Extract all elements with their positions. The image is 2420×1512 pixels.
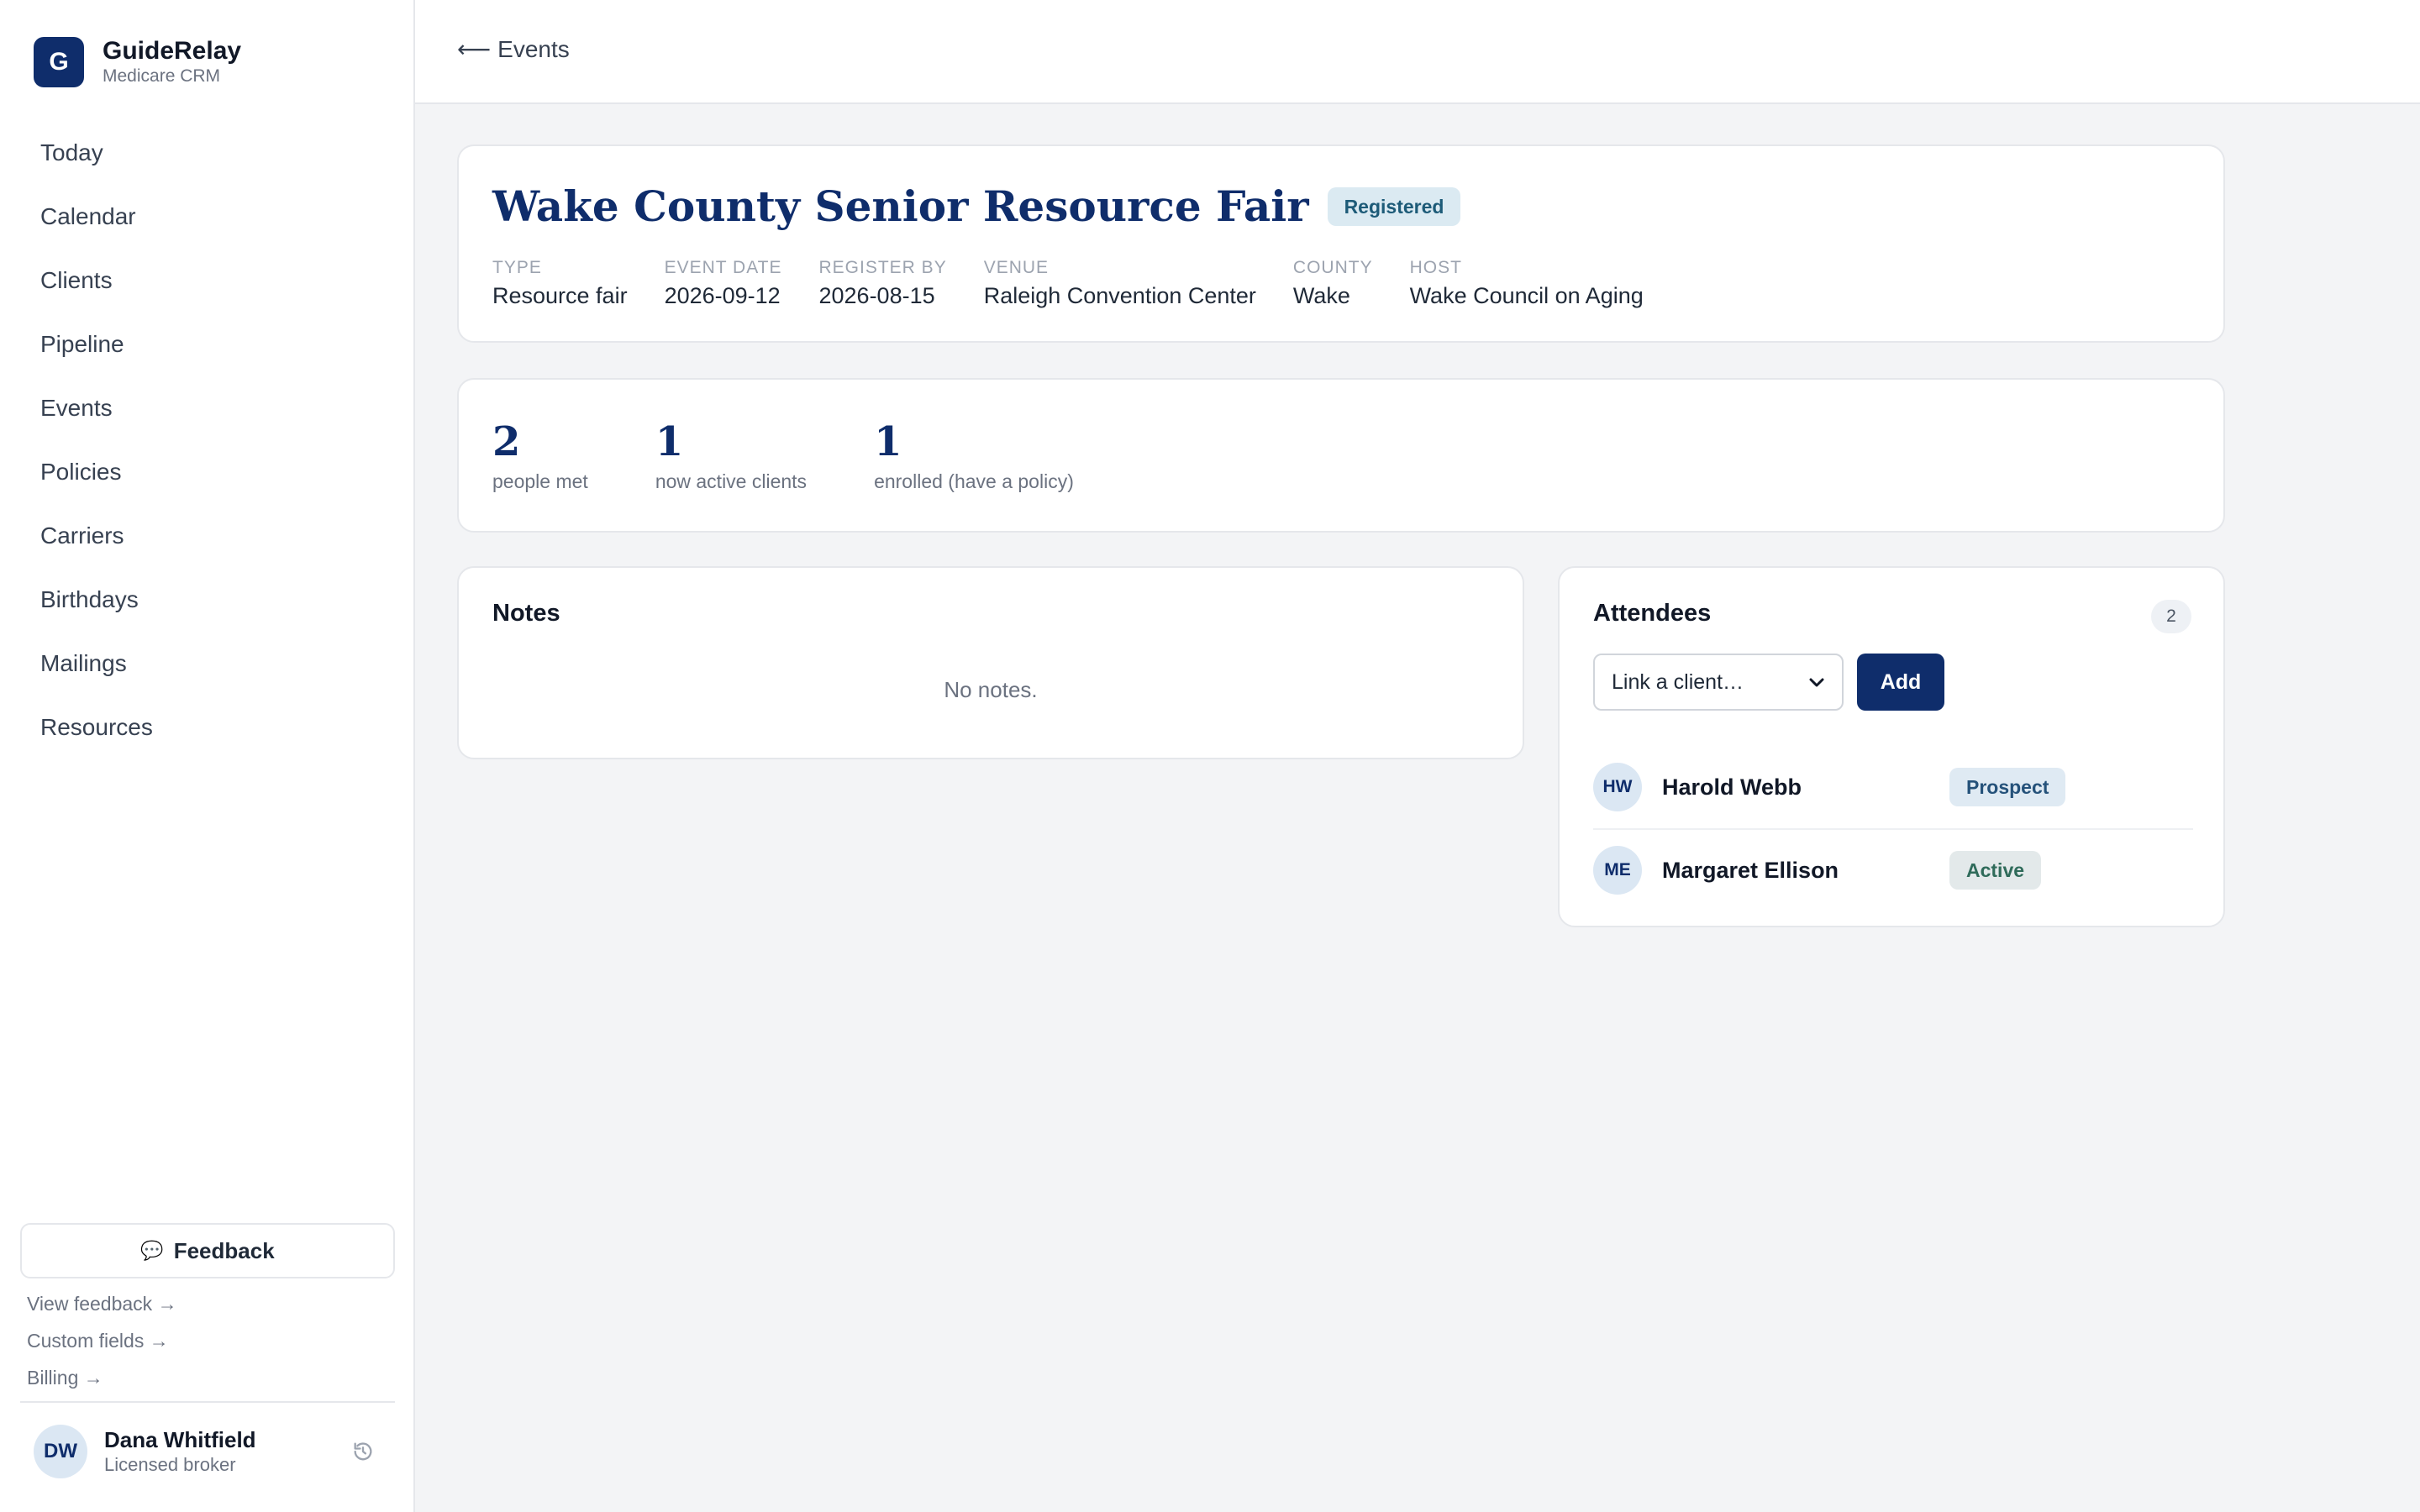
meta-register-by: REGISTER BY 2026-08-15 [819, 257, 947, 312]
meta-label: COUNTY [1292, 258, 1373, 277]
sidebar-item-resources[interactable]: Resources [20, 696, 395, 759]
sidebar-item-clients[interactable]: Clients [20, 249, 395, 312]
stat-label: people met [492, 470, 588, 492]
meta-label: EVENT DATE [664, 258, 782, 277]
stat-label: now active clients [655, 470, 808, 492]
feedback-button[interactable]: 💬 Feedback [20, 1223, 395, 1278]
sidebar-item-events[interactable]: Events [20, 376, 395, 440]
user-name: Dana Whitfield [104, 1427, 256, 1452]
status-badge: Registered [1327, 187, 1461, 226]
stat-value: 1 [874, 418, 902, 465]
user-role: Licensed broker [104, 1454, 236, 1475]
meta-label: REGISTER BY [818, 258, 947, 277]
stat-people-met: 2 people met [492, 417, 588, 496]
event-title-row: Wake County Senior Resource Fair Registe… [492, 180, 1461, 234]
event-stats-card: 2 people met 1 now active clients 1 enro… [457, 378, 2225, 533]
brand-logo: G [34, 37, 84, 87]
list-item[interactable]: HW Harold Webb Prospect [1593, 746, 2193, 828]
meta-value: 2026-09-12 [664, 283, 781, 308]
topbar: ⟵ Events [415, 0, 2420, 104]
sidebar: G GuideRelay Medicare CRM Today Calendar… [0, 0, 415, 1512]
link-client-select-value: Link a client… [1612, 669, 1744, 694]
avatar: HW [1593, 763, 1642, 811]
stat-value: 2 [492, 418, 521, 465]
attendees-title: Attendees [1593, 600, 1712, 627]
attendee-name[interactable]: Harold Webb [1662, 774, 1949, 801]
sidebar-nav: Today Calendar Clients Pipeline Events P… [20, 121, 395, 759]
arrow-left-icon: ⟵ [457, 36, 492, 62]
back-link-label: Events [497, 36, 570, 62]
attendees-card: Attendees 2 Link a client… Add HW Harold… [1558, 566, 2225, 927]
stat-label: enrolled (have a policy) [874, 470, 1074, 492]
notes-empty-state: No notes. [944, 677, 1038, 702]
status-badge: Active [1949, 851, 2042, 890]
meta-type: TYPE Resource fair [492, 257, 628, 312]
meta-county: COUNTY Wake [1293, 257, 1373, 312]
meta-value: Wake Council on Aging [1409, 283, 1644, 308]
brand-name: GuideRelay [103, 37, 242, 65]
attendee-controls: Link a client… Add [1593, 654, 1944, 711]
link-client-select[interactable]: Link a client… [1593, 654, 1844, 711]
attendee-count-badge: 2 [2151, 600, 2191, 633]
user-profile[interactable]: DW Dana Whitfield Licensed broker [34, 1425, 378, 1478]
sidebar-item-calendar[interactable]: Calendar [20, 185, 395, 249]
view-feedback-link[interactable]: View feedback → [27, 1289, 177, 1326]
stat-enrolled: 1 enrolled (have a policy) [874, 417, 1074, 496]
sidebar-item-policies[interactable]: Policies [20, 440, 395, 504]
sidebar-links: View feedback → Custom fields → Billing … [27, 1289, 177, 1400]
brand[interactable]: G GuideRelay Medicare CRM [34, 37, 241, 87]
avatar: ME [1593, 846, 1642, 895]
meta-value: 2026-08-15 [818, 283, 935, 308]
attendee-list: HW Harold Webb Prospect ME Margaret Elli… [1593, 746, 2193, 911]
feedback-label: Feedback [173, 1237, 275, 1263]
sidebar-item-mailings[interactable]: Mailings [20, 632, 395, 696]
meta-value: Raleigh Convention Center [983, 283, 1256, 308]
event-header-card: Wake County Senior Resource Fair Registe… [457, 144, 2225, 343]
back-to-events-link[interactable]: ⟵ Events [457, 35, 570, 63]
notes-title: Notes [492, 600, 560, 627]
stats: 2 people met 1 now active clients 1 enro… [492, 417, 1141, 496]
billing-link[interactable]: Billing → [27, 1363, 177, 1400]
page-title: Wake County Senior Resource Fair [492, 181, 1309, 231]
chevron-down-icon [1808, 670, 1825, 695]
meta-event-date: EVENT DATE 2026-09-12 [665, 257, 782, 312]
meta-value: Wake [1292, 283, 1350, 308]
sidebar-item-pipeline[interactable]: Pipeline [20, 312, 395, 376]
meta-host: HOST Wake Council on Aging [1410, 257, 1644, 312]
brand-subtitle: Medicare CRM [103, 66, 221, 86]
meta-venue: VENUE Raleigh Convention Center [984, 257, 1256, 312]
meta-label: TYPE [492, 258, 542, 277]
sidebar-item-today[interactable]: Today [20, 121, 395, 185]
list-item[interactable]: ME Margaret Ellison Active [1593, 828, 2193, 911]
stat-value: 1 [655, 418, 684, 465]
brand-text: GuideRelay Medicare CRM [103, 37, 241, 87]
divider [20, 1401, 395, 1403]
avatar: DW [34, 1425, 87, 1478]
add-attendee-button[interactable]: Add [1857, 654, 1944, 711]
meta-label: VENUE [983, 258, 1050, 277]
user-text: Dana Whitfield Licensed broker [104, 1426, 348, 1477]
event-meta: TYPE Resource fair EVENT DATE 2026-09-12… [492, 257, 1681, 312]
refresh-icon[interactable] [348, 1436, 378, 1467]
notes-card: Notes No notes. [457, 566, 1524, 759]
custom-fields-link[interactable]: Custom fields → [27, 1326, 177, 1363]
speech-bubble-icon: 💬 [140, 1240, 164, 1261]
sidebar-item-carriers[interactable]: Carriers [20, 504, 395, 568]
stat-active-clients: 1 now active clients [655, 417, 807, 496]
sidebar-item-birthdays[interactable]: Birthdays [20, 568, 395, 632]
attendee-name[interactable]: Margaret Ellison [1662, 858, 1949, 884]
meta-value: Resource fair [492, 283, 628, 308]
status-badge: Prospect [1949, 768, 2066, 806]
meta-label: HOST [1409, 258, 1462, 277]
